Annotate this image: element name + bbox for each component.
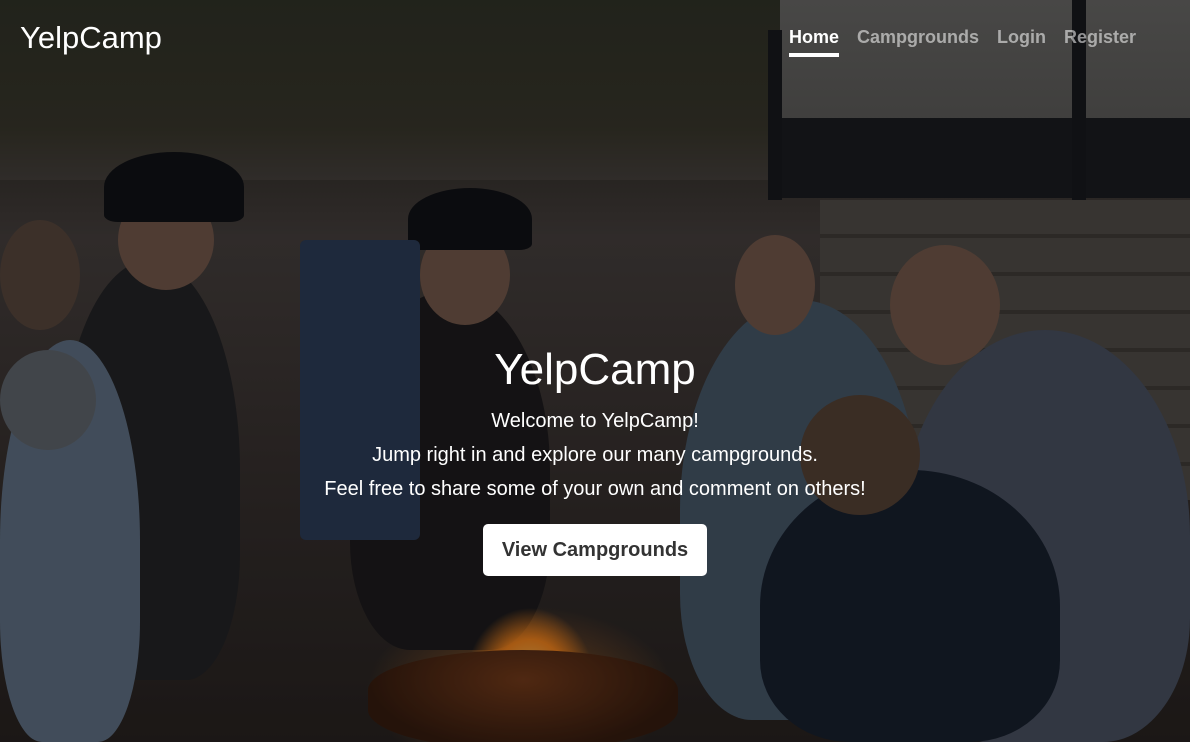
hero-share-text: Feel free to share some of your own and … [324, 478, 866, 500]
nav-link-register[interactable]: Register [1064, 26, 1136, 57]
nav-link-home[interactable]: Home [788, 26, 839, 57]
hero-section: YelpCamp Welcome to YelpCamp! Jump right… [0, 344, 1190, 576]
view-campgrounds-button[interactable]: View Campgrounds [482, 524, 708, 576]
nav-link-campgrounds[interactable]: Campgrounds [857, 26, 979, 57]
hero-explore-text: Jump right in and explore our many campg… [372, 444, 818, 466]
nav-links: Home Campgrounds Login Register [788, 26, 1136, 57]
hero-title: YelpCamp [494, 345, 696, 394]
nav-link-login[interactable]: Login [997, 26, 1046, 57]
hero-welcome-text: Welcome to YelpCamp! [491, 410, 699, 432]
brand-logo[interactable]: YelpCamp [20, 20, 162, 56]
